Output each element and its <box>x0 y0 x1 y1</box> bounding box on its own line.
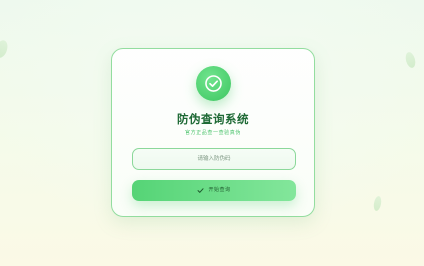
query-card: 防伪查询系统 官方正品查一查验真伪 开始查询 <box>111 48 315 217</box>
page-subtitle: 官方正品查一查验真伪 <box>184 130 241 136</box>
check-circle-glyph <box>205 75 222 92</box>
check-circle-icon <box>196 66 231 101</box>
anti-counterfeit-code-input[interactable] <box>132 148 296 170</box>
start-query-button[interactable]: 开始查询 <box>132 180 296 201</box>
start-query-label: 开始查询 <box>208 187 231 193</box>
decorative-leaf-right <box>404 51 417 69</box>
decorative-leaf-bottom <box>372 195 383 212</box>
check-icon <box>198 188 205 193</box>
decorative-leaf-left <box>0 38 10 60</box>
page-title: 防伪查询系统 <box>177 112 249 126</box>
